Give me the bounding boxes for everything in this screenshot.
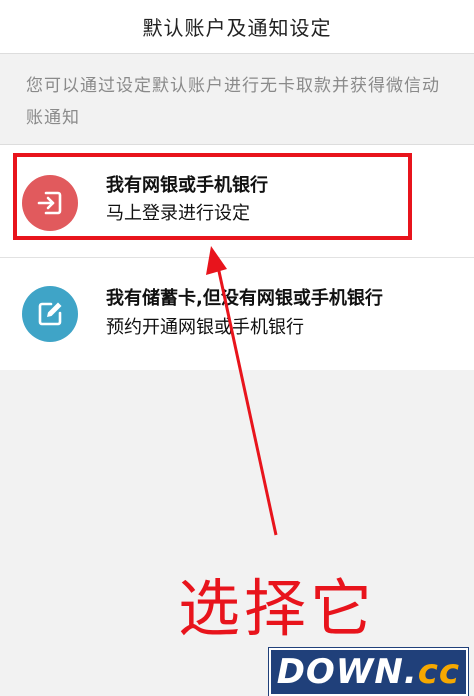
option-title: 我有储蓄卡,但没有网银或手机银行 [106,288,383,309]
page-description: 您可以通过设定默认账户进行无卡取款并获得微信动账通知 [26,76,440,128]
edit-pencil-icon [22,286,78,342]
highlight-box [13,153,412,240]
watermark-logo: DOWN.cc [268,648,468,696]
watermark-main: DOWN. [276,652,418,692]
option-subtitle: 预约开通网银或手机银行 [106,317,304,338]
page-header: 默认账户及通知设定 [0,0,474,54]
page-title: 默认账户及通知设定 [142,16,332,40]
annotation-callout: 选择它 [178,572,377,645]
option-savings-card[interactable]: 我有储蓄卡,但没有网银或手机银行 预约开通网银或手机银行 [0,258,474,370]
watermark-accent: cc [417,652,460,692]
